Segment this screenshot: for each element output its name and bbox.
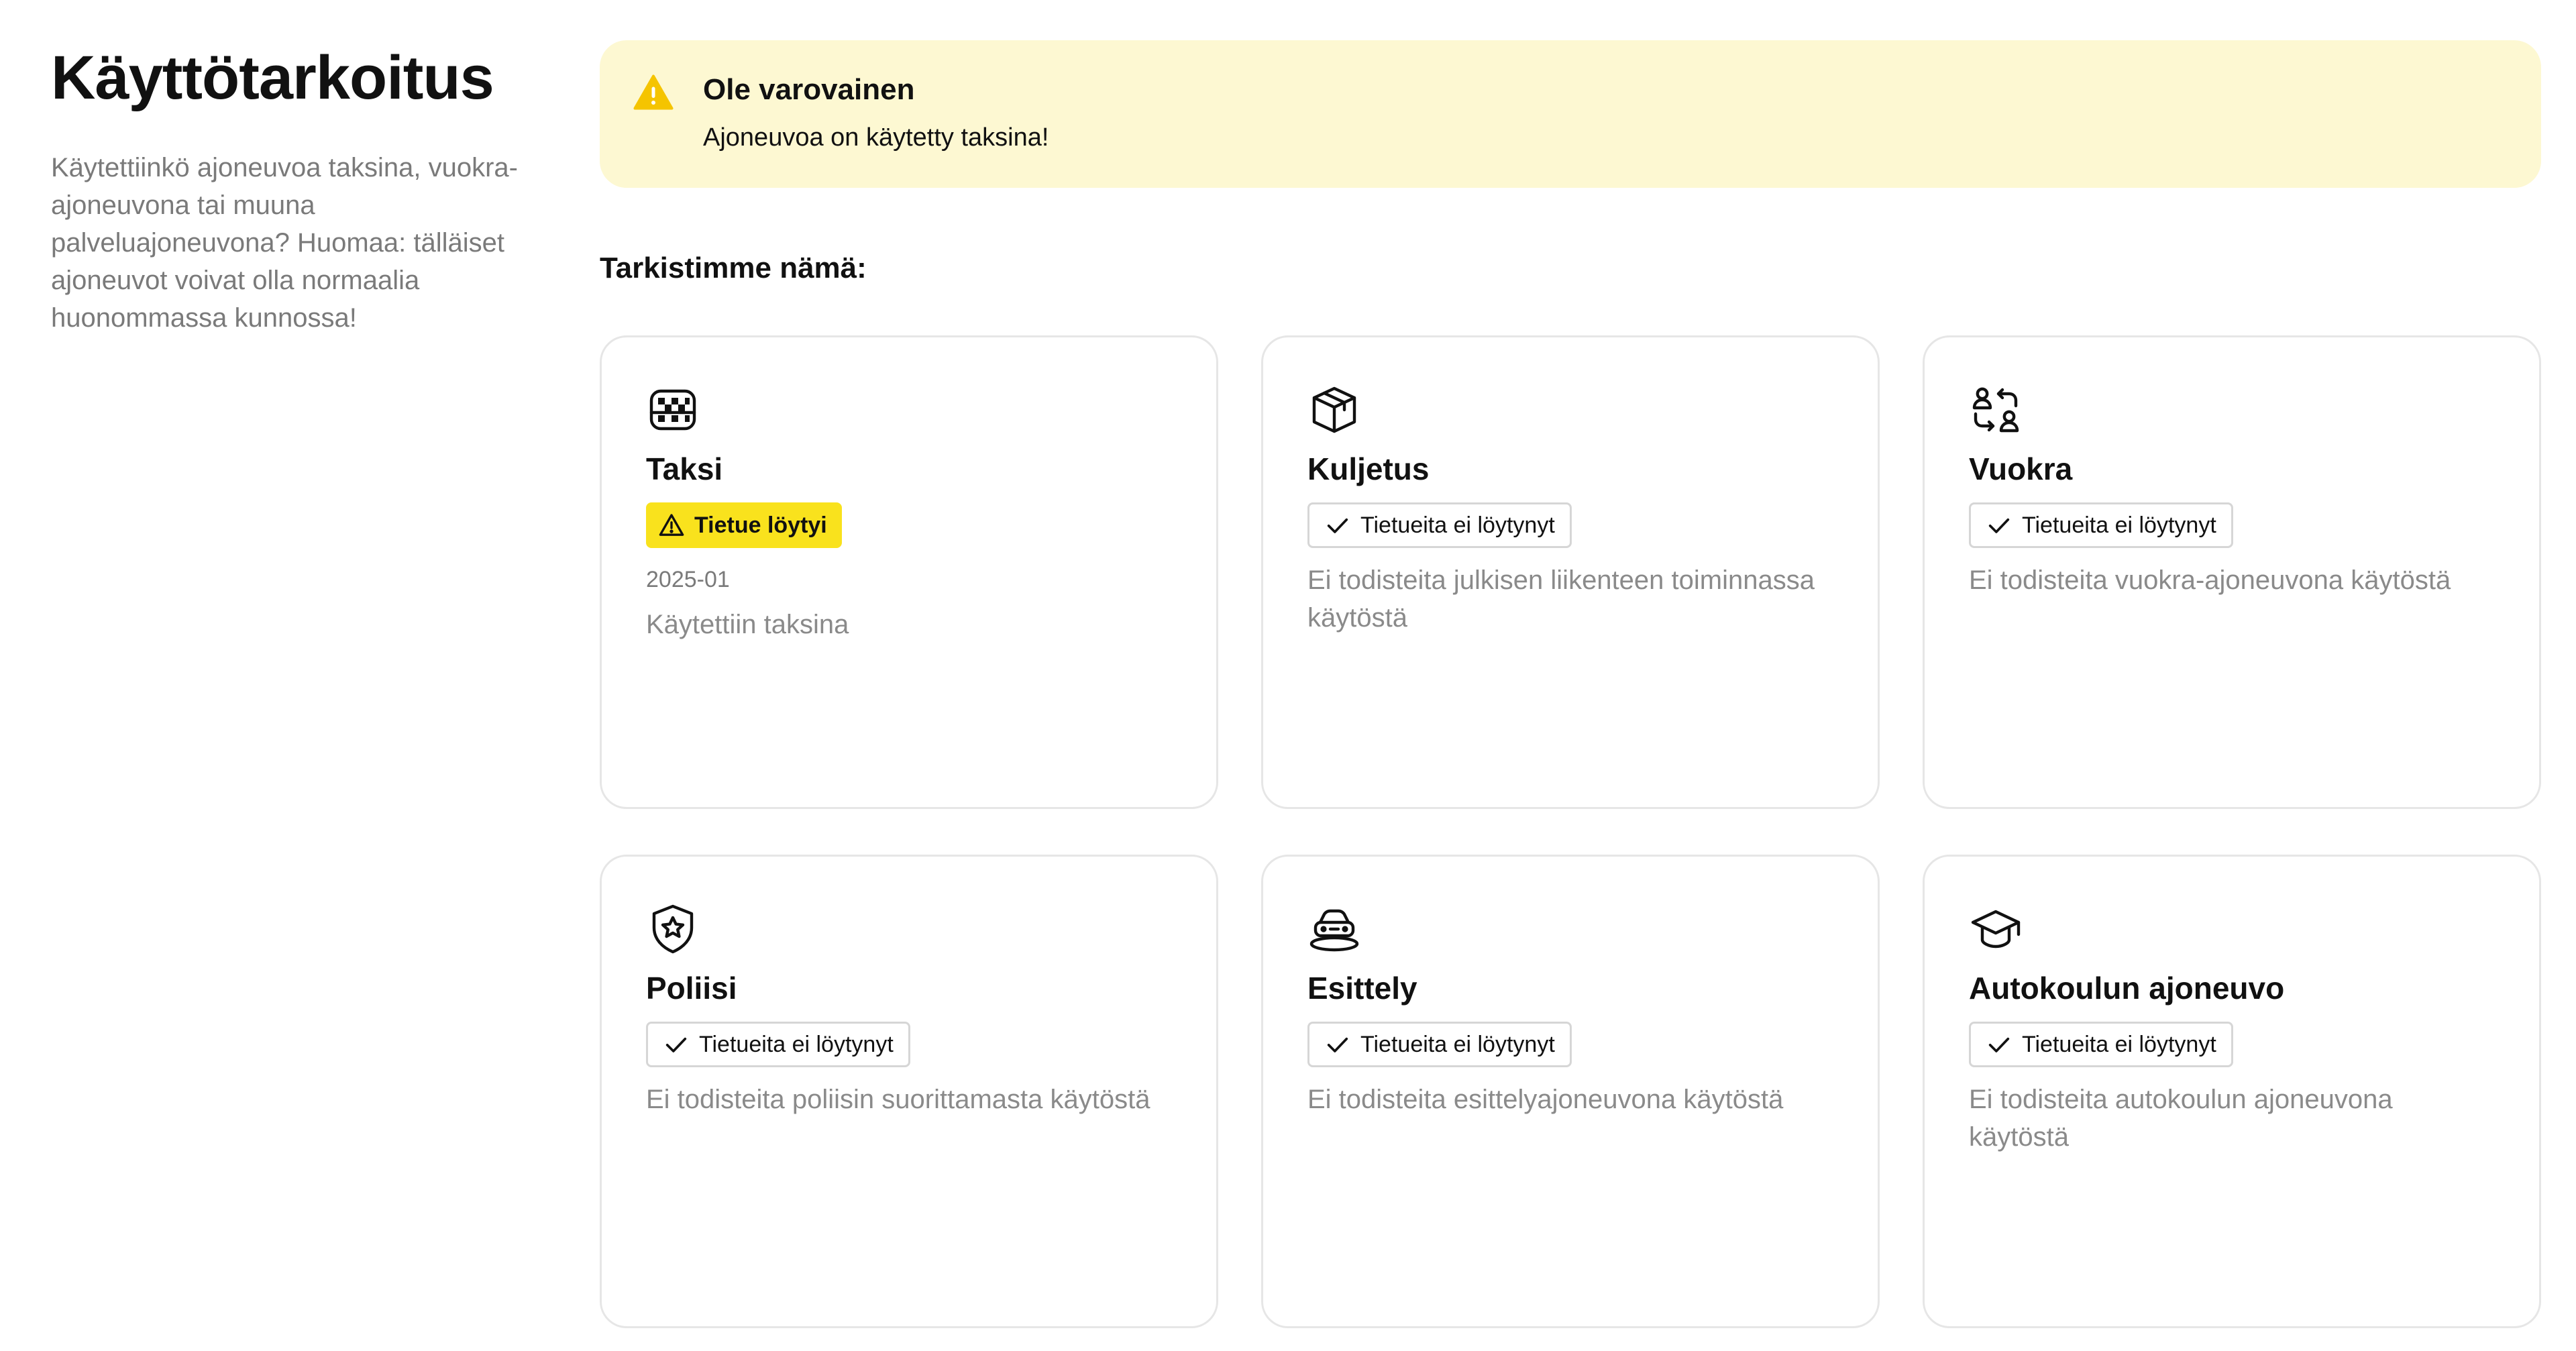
card-description: Ei todisteita esittelyajoneuvona käytöst…: [1307, 1085, 1784, 1114]
checkmark-icon: [1988, 1037, 2010, 1052]
checks-heading: Tarkistimme nämä:: [600, 252, 867, 284]
page-title: Käyttötarkoitus: [51, 44, 494, 112]
card-title: Taksi: [646, 451, 723, 486]
user-swap-icon: [1969, 383, 2023, 437]
alert-message: Ajoneuvoa on käytetty taksina!: [703, 123, 1049, 152]
alert-title: Ole varovainen: [703, 73, 915, 106]
checkmark-icon: [665, 1037, 687, 1052]
card-title: Vuokra: [1969, 451, 2073, 486]
checkmark-icon: [1988, 518, 2010, 533]
warning-triangle-icon: [659, 514, 684, 536]
badge-label: Tietueita ei löytynyt: [699, 1032, 894, 1057]
page-description: Käytettiinkö ajoneuvoa taksina, vuokra-a…: [51, 153, 518, 333]
badge-label: Tietue löytyi: [694, 512, 827, 538]
badge-label: Tietueita ei löytynyt: [1360, 1032, 1555, 1057]
check-card-esittely: Esittely Tietueita ei löytynyt Ei todist…: [1261, 855, 1880, 1328]
checkmark-icon: [1327, 518, 1348, 533]
badge-label: Tietueita ei löytynyt: [2022, 512, 2216, 538]
status-badge-not-found: Tietueita ei löytynyt: [1969, 1022, 2233, 1067]
checkmark-icon: [1327, 1037, 1348, 1052]
status-badge-not-found: Tietueita ei löytynyt: [1307, 502, 1572, 548]
card-title: Poliisi: [646, 971, 737, 1006]
card-description: Ei todisteita julkisen liikenteen toimin…: [1307, 565, 1815, 633]
checks-grid: Taksi Tietue löytyi 2025-01 Käytettiin t…: [600, 335, 2541, 1328]
status-badge-not-found: Tietueita ei löytynyt: [1969, 502, 2233, 548]
check-card-vuokra: Vuokra Tietueita ei löytynyt Ei todistei…: [1923, 335, 2541, 809]
card-title: Esittely: [1307, 971, 1417, 1006]
card-title: Autokoulun ajoneuvo: [1969, 971, 2285, 1006]
status-badge-not-found: Tietueita ei löytynyt: [646, 1022, 910, 1067]
card-description: Käytettiin taksina: [646, 610, 849, 639]
badge-label: Tietueita ei löytynyt: [2022, 1032, 2216, 1057]
graduation-cap-icon: [1969, 902, 2023, 956]
check-card-autokoulu: Autokoulun ajoneuvo Tietueita ei löytyny…: [1923, 855, 2541, 1328]
card-description: Ei todisteita poliisin suorittamasta käy…: [646, 1085, 1150, 1114]
police-badge-icon: [646, 902, 700, 956]
record-date: 2025-01: [646, 567, 730, 592]
card-description: Ei todisteita vuokra-ajoneuvona käytöstä: [1969, 565, 2451, 595]
warning-alert: Ole varovainen Ajoneuvoa on käytetty tak…: [600, 40, 2541, 188]
check-card-kuljetus: Kuljetus Tietueita ei löytynyt Ei todist…: [1261, 335, 1880, 809]
status-badge-not-found: Tietueita ei löytynyt: [1307, 1022, 1572, 1067]
warning-triangle-icon: [633, 72, 674, 113]
card-title: Kuljetus: [1307, 451, 1430, 486]
status-badge-found: Tietue löytyi: [646, 502, 842, 548]
check-card-taksi: Taksi Tietue löytyi 2025-01 Käytettiin t…: [600, 335, 1218, 809]
check-card-poliisi: Poliisi Tietueita ei löytynyt Ei todiste…: [600, 855, 1218, 1328]
badge-label: Tietueita ei löytynyt: [1360, 512, 1555, 538]
taxi-icon: [646, 383, 700, 437]
package-box-icon: [1307, 383, 1361, 437]
showcase-car-icon: [1307, 902, 1361, 956]
card-description: Ei todisteita autokoulun ajoneuvona käyt…: [1969, 1085, 2393, 1152]
sidebar-section: Käyttötarkoitus Käytettiinkö ajoneuvoa t…: [51, 40, 534, 337]
